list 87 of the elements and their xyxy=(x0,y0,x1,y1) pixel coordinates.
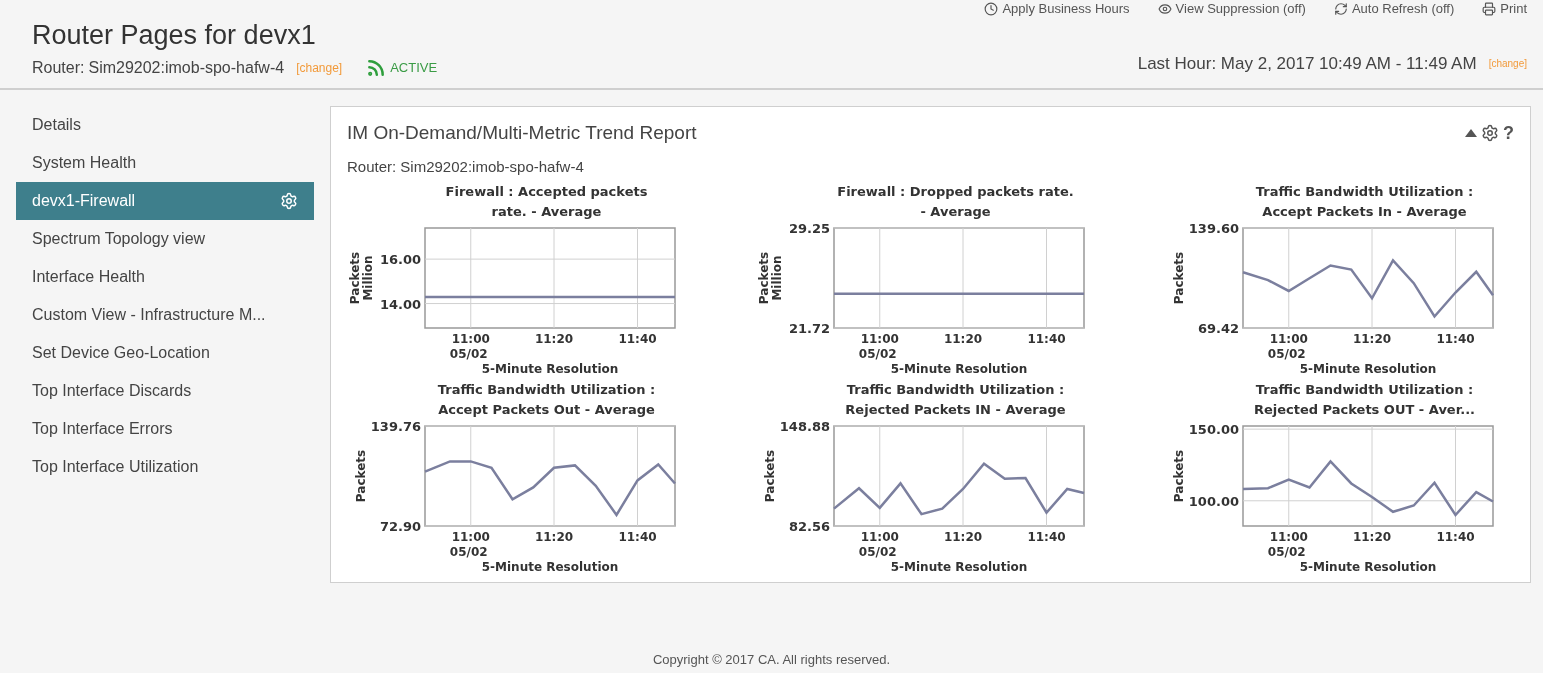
x-axis-label: 5-Minute Resolution xyxy=(1299,560,1436,574)
date-label: 05/02 xyxy=(1267,347,1306,361)
x-axis-label: 5-Minute Resolution xyxy=(481,560,618,574)
signal-icon xyxy=(366,58,387,78)
x-tick-label: 11:40 xyxy=(617,530,657,544)
sidebar-item[interactable]: Interface Health xyxy=(16,258,314,296)
x-tick-label: 11:00 xyxy=(1269,332,1308,346)
y-axis-label: Packets xyxy=(1171,449,1186,503)
report-subtitle: Router: Sim29202:imob-spo-hafw-4 xyxy=(347,156,585,177)
y-tick-label: 82.56 xyxy=(788,519,830,534)
sidebar-item[interactable]: Custom View - Infrastructure M... xyxy=(16,296,314,334)
status-text: ACTIVE xyxy=(390,59,438,78)
router-name: Sim29202:imob-spo-hafw-4 xyxy=(88,58,285,78)
x-tick-label: 11:20 xyxy=(1352,332,1391,346)
x-tick-label: 11:00 xyxy=(451,332,490,346)
x-tick-label: 11:00 xyxy=(860,332,899,346)
toolbar-button[interactable]: Apply Business Hours xyxy=(984,0,1130,19)
sidebar-item[interactable]: System Health xyxy=(16,144,314,182)
x-tick-label: 11:00 xyxy=(1269,530,1308,544)
sidebar-item[interactable]: Top Interface Discards xyxy=(16,372,314,410)
x-axis-label: 5-Minute Resolution xyxy=(890,560,1027,574)
y-tick-label: 14.00 xyxy=(379,296,421,312)
date-label: 05/02 xyxy=(449,545,488,559)
eye-icon xyxy=(1157,2,1172,16)
x-axis-label: 5-Minute Resolution xyxy=(890,362,1027,376)
router-label: Router: xyxy=(32,58,85,78)
clock-icon xyxy=(984,2,999,16)
x-tick-label: 11:00 xyxy=(860,530,899,544)
x-tick-label: 11:40 xyxy=(1435,332,1475,346)
y-tick-label: 29.25 xyxy=(788,222,830,236)
sidebar-item[interactable]: devx1-Firewall xyxy=(16,182,314,220)
x-tick-label: 11:20 xyxy=(943,530,982,544)
x-tick-label: 11:40 xyxy=(1026,530,1066,544)
toolbar-button[interactable]: Auto Refresh (off) xyxy=(1333,0,1455,19)
settings-icon xyxy=(280,192,298,210)
y-axis-label: Packets xyxy=(353,449,368,503)
x-tick-label: 11:40 xyxy=(1435,530,1475,544)
refresh-icon xyxy=(1333,2,1348,16)
toolbar-button[interactable]: View Suppression (off) xyxy=(1157,0,1306,19)
chart-title: Firewall : Dropped packets rate. - Average xyxy=(836,183,1075,221)
chart-title: Traffic Bandwidth Utilization : Rejected Packets OUT - Aver... xyxy=(1252,381,1477,419)
collapse-triangle-icon[interactable] xyxy=(1465,129,1477,138)
time-range: Last Hour: May 2, 2017 10:49 AM - 11:49 AM xyxy=(1137,52,1477,75)
y-tick-label: 150.00 xyxy=(1188,422,1239,438)
x-tick-label: 11:20 xyxy=(534,332,573,346)
date-label: 05/02 xyxy=(858,347,897,361)
y-axis-unit: Million xyxy=(360,255,375,301)
printer-icon xyxy=(1482,2,1497,16)
y-axis-label: Packets xyxy=(347,251,362,305)
x-tick-label: 11:40 xyxy=(1026,332,1066,346)
page-title: Router Pages for devx1 xyxy=(32,19,317,52)
y-tick-label: 139.60 xyxy=(1188,222,1239,236)
y-tick-label: 72.90 xyxy=(379,519,421,534)
copyright-text: Copyright © 2017 CA. All rights reserved. xyxy=(652,650,891,669)
sidebar-item[interactable]: Spectrum Topology view xyxy=(16,220,314,258)
toolbar-button[interactable]: Print xyxy=(1482,0,1527,19)
chart-title: Traffic Bandwidth Utilization : Accept Packets Out - Average xyxy=(436,381,657,419)
y-tick-label: 16.00 xyxy=(379,252,421,268)
date-label: 05/02 xyxy=(1267,545,1306,559)
x-tick-label: 11:20 xyxy=(534,530,573,544)
y-axis-unit: Million xyxy=(769,255,784,301)
sidebar-item[interactable]: Top Interface Utilization xyxy=(16,448,314,486)
chart-title: Firewall : Accepted packets rate. - Average xyxy=(444,183,649,221)
y-axis-label: Packets xyxy=(762,449,777,503)
x-tick-label: 11:20 xyxy=(1352,530,1391,544)
date-label: 05/02 xyxy=(858,545,897,559)
y-tick-label: 139.76 xyxy=(370,420,421,434)
sidebar-item[interactable]: Set Device Geo-Location xyxy=(16,334,314,372)
y-tick-label: 100.00 xyxy=(1188,493,1239,509)
x-tick-label: 11:40 xyxy=(617,332,657,346)
settings-icon[interactable] xyxy=(1481,124,1499,143)
report-title: IM On-Demand/Multi-Metric Trend Report xyxy=(347,121,697,145)
x-axis-label: 5-Minute Resolution xyxy=(481,362,618,376)
y-axis-label: Packets xyxy=(756,251,771,305)
chart-title: Traffic Bandwidth Utilization : Rejected Packets IN - Average xyxy=(844,381,1067,419)
date-label: 05/02 xyxy=(449,347,488,361)
y-axis-label: Packets xyxy=(1171,251,1186,305)
y-tick-label: 69.42 xyxy=(1197,321,1239,336)
chart-title: Traffic Bandwidth Utilization : Accept Packets In - Average xyxy=(1254,183,1475,221)
x-axis-label: 5-Minute Resolution xyxy=(1299,362,1436,376)
y-tick-label: 148.88 xyxy=(779,420,830,434)
x-tick-label: 11:00 xyxy=(451,530,490,544)
x-tick-label: 11:20 xyxy=(943,332,982,346)
sidebar-item[interactable]: Top Interface Errors xyxy=(16,410,314,448)
y-tick-label: 21.72 xyxy=(788,321,830,336)
help-button[interactable]: ? xyxy=(1503,119,1514,147)
sidebar-item[interactable]: Details xyxy=(16,106,314,144)
